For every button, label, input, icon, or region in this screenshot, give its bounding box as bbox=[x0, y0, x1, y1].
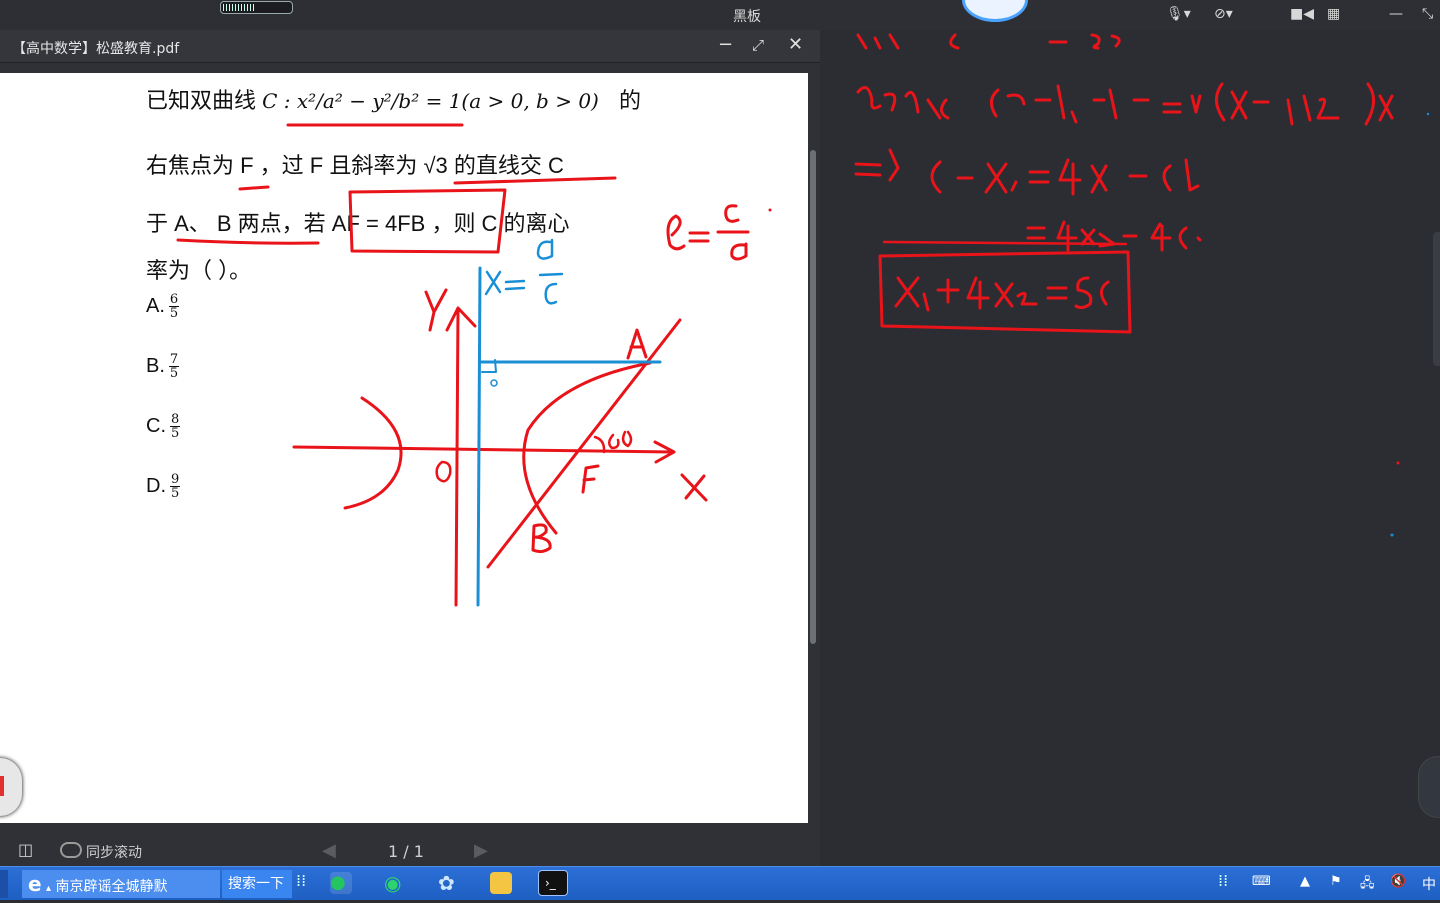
option-c: C. 8 5 bbox=[146, 412, 181, 441]
terminal-app-icon[interactable]: ›_ bbox=[538, 870, 568, 896]
question-line-1: 已知双曲线 C : x²/a² − y²/b² = 1(a > 0, b > 0… bbox=[146, 83, 641, 115]
close-icon[interactable]: ✕ bbox=[788, 35, 803, 55]
option-fraction: 75 bbox=[168, 352, 180, 381]
ie-icon: e bbox=[28, 872, 42, 896]
board-title: 黑板 bbox=[733, 9, 761, 25]
hyperbola-equation: C : x²/a² − y²/b² = 1(a > 0, b > 0) bbox=[262, 89, 599, 113]
denominator: 5 bbox=[169, 306, 179, 321]
settings-app-icon[interactable]: ✿ bbox=[438, 872, 460, 894]
flag-icon[interactable]: ⚑ bbox=[1330, 874, 1342, 889]
network-icon[interactable]: 🖧 bbox=[1360, 874, 1375, 896]
grid-layout-icon[interactable]: ▦ bbox=[1327, 6, 1340, 22]
question-line-2: 右焦点为 F ，过 F 且斜率为 √3 的直线交 C bbox=[146, 153, 564, 178]
sync-scroll-toggle[interactable] bbox=[60, 842, 82, 858]
pdf-header: 【高中数学】松盛教育.pdf − ⤢ ✕ bbox=[0, 30, 820, 63]
camera-muted-icon[interactable]: ⊘▾ bbox=[1214, 6, 1233, 22]
option-label: D. bbox=[146, 474, 166, 497]
pdf-footer: ◫ 同步滚动 ◀ 1 / 1 ▶ bbox=[0, 834, 820, 866]
volume-muted-icon[interactable]: 🔇 bbox=[1390, 874, 1406, 889]
prev-page-icon[interactable]: ◀ bbox=[322, 840, 336, 861]
option-fraction: 65 bbox=[168, 292, 180, 321]
minimize-icon[interactable]: — bbox=[1389, 6, 1403, 22]
side-panel-handle[interactable] bbox=[1433, 232, 1440, 366]
search-button[interactable]: 搜索一下 bbox=[222, 870, 292, 898]
numerator: 9 bbox=[170, 472, 181, 487]
question-text-1a: 已知双曲线 bbox=[146, 88, 257, 113]
ime-indicator[interactable]: 中 bbox=[1422, 874, 1436, 894]
option-label: A. bbox=[146, 294, 165, 317]
file-explorer-icon[interactable] bbox=[490, 872, 512, 894]
next-page-icon[interactable]: ▶ bbox=[474, 840, 488, 861]
top-bar: 黑板 🎙▾ ⊘▾ ■◀ ▦ — ⤡ bbox=[0, 0, 1440, 30]
numerator: 6 bbox=[168, 292, 180, 307]
denominator: 5 bbox=[169, 366, 179, 381]
keyboard-icon[interactable]: ⌨ bbox=[1252, 874, 1271, 889]
page-indicator: 1 / 1 bbox=[388, 842, 424, 861]
drag-handle-icon: ⁞⁞ bbox=[296, 871, 307, 890]
video-icon[interactable]: ■◀ bbox=[1290, 6, 1314, 22]
side-tool-button[interactable] bbox=[1418, 756, 1440, 818]
option-a: A. 6 5 bbox=[146, 292, 180, 321]
question-line-3: 于 A、 B 两点，若 AF = 4FB ，则 C 的离心 bbox=[146, 211, 570, 236]
pdf-page: 已知双曲线 C : x²/a² − y²/b² = 1(a > 0, b > 0… bbox=[0, 73, 808, 823]
option-label: B. bbox=[146, 354, 165, 377]
minimize-icon[interactable]: − bbox=[718, 35, 733, 55]
wechat-icon[interactable]: ● bbox=[330, 872, 352, 894]
denominator: 5 bbox=[171, 426, 180, 441]
mic-muted-icon[interactable]: 🎙▾ bbox=[1166, 6, 1191, 22]
option-b: B. 7 5 bbox=[146, 352, 180, 381]
option-label: C. bbox=[146, 414, 166, 437]
taskbar: e ▴ 南京辟谣全城静默 搜索一下 ⁞⁞ ● ◉ ✿ ›_ ⁞⁞ ⌨ ▲ ⚑ 🖧… bbox=[0, 866, 1440, 900]
question-line-4: 率为（ ）。 bbox=[146, 258, 252, 283]
pdf-viewer: 【高中数学】松盛教育.pdf − ⤢ ✕ 已知双曲线 C : x²/a² − y… bbox=[0, 30, 820, 866]
fullscreen-icon[interactable]: ⤢ bbox=[752, 35, 764, 55]
drag-handle-icon: ⁞⁞ bbox=[1218, 871, 1229, 890]
tray-expand-icon[interactable]: ▲ bbox=[1300, 874, 1310, 889]
chevron-up-icon: ▴ bbox=[46, 883, 52, 894]
browser-task-label: 南京辟谣全城静默 bbox=[55, 879, 168, 895]
start-edge[interactable] bbox=[0, 870, 8, 898]
sync-scroll-label: 同步滚动 bbox=[86, 845, 142, 861]
pdf-title: 【高中数学】松盛教育.pdf bbox=[12, 41, 180, 57]
battery-meter bbox=[220, 1, 293, 14]
browser-green-icon[interactable]: ◉ bbox=[384, 872, 406, 894]
question-text-1b: 的 bbox=[618, 88, 641, 113]
sidebar-toggle-icon[interactable]: ◫ bbox=[18, 840, 33, 859]
numerator: 8 bbox=[170, 412, 181, 427]
record-button[interactable] bbox=[962, 0, 1028, 22]
numerator: 7 bbox=[168, 352, 180, 367]
expand-icon[interactable]: ⤡ bbox=[1422, 6, 1433, 22]
option-fraction: 85 bbox=[170, 412, 181, 441]
option-d: D. 9 5 bbox=[146, 472, 181, 501]
pdf-scrollbar[interactable] bbox=[810, 150, 816, 644]
denominator: 5 bbox=[171, 486, 180, 501]
option-fraction: 95 bbox=[170, 472, 181, 501]
browser-task[interactable]: e ▴ 南京辟谣全城静默 bbox=[22, 870, 220, 898]
blackboard[interactable] bbox=[820, 30, 1440, 866]
